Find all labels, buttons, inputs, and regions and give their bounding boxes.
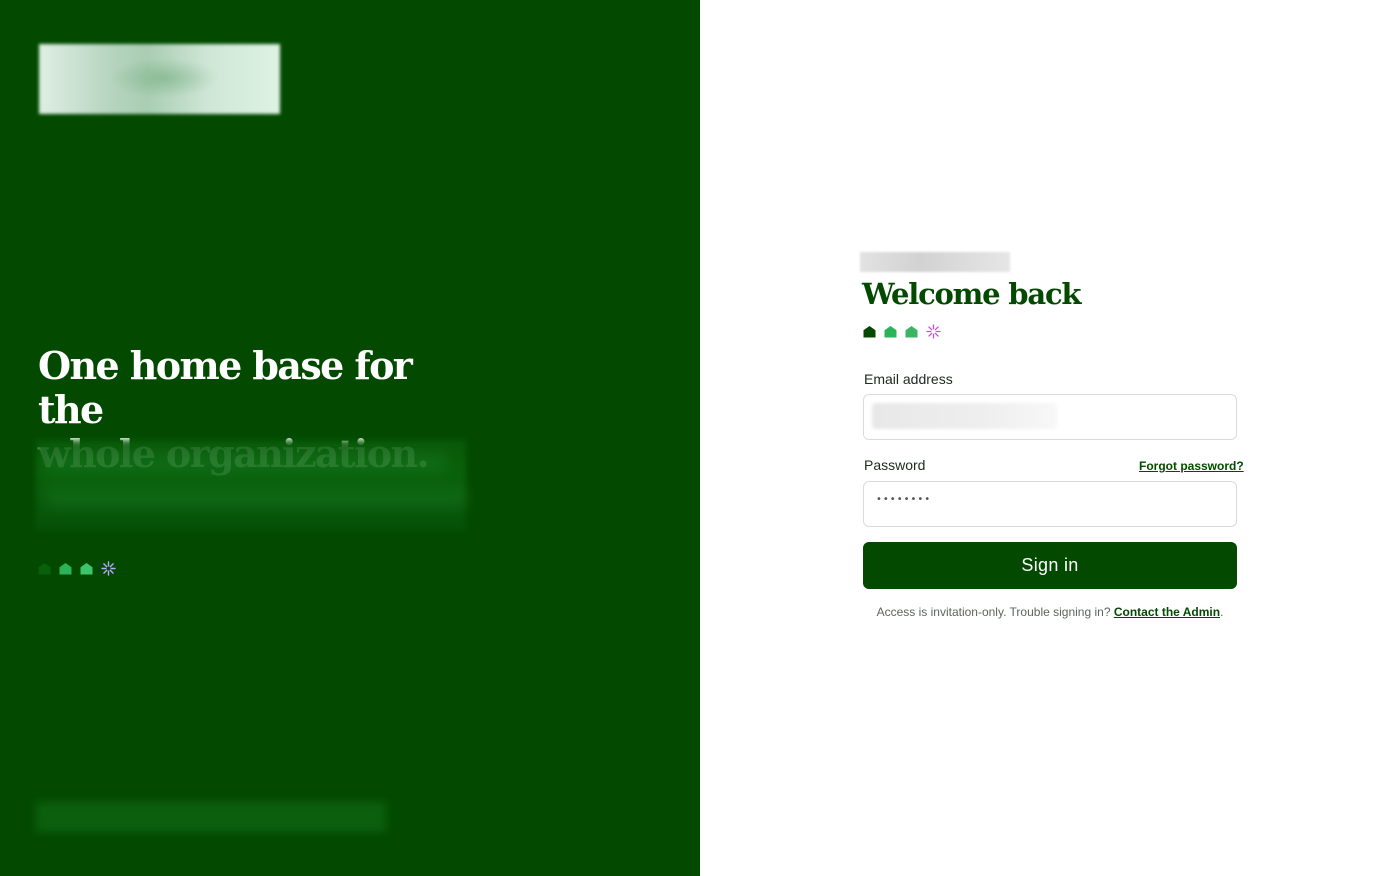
- house-dark-icon: [38, 562, 51, 575]
- sparkle-icon: [926, 324, 941, 339]
- hero-title-line1: One home base for the: [38, 343, 413, 432]
- forgot-password-link[interactable]: Forgot password?: [1139, 459, 1244, 473]
- page-title: Welcome back: [862, 277, 1082, 311]
- email-label: Email address: [864, 371, 953, 387]
- password-value: ••••••••: [876, 494, 932, 505]
- sparkle-icon: [101, 561, 116, 576]
- hero-subtitle-redacted: [36, 440, 466, 530]
- help-text-prefix: Access is invitation-only. Trouble signi…: [876, 605, 1111, 619]
- house-icon: [884, 325, 897, 338]
- help-text: Access is invitation-only. Trouble signi…: [863, 605, 1237, 619]
- sign-in-button[interactable]: Sign in: [863, 542, 1237, 589]
- eyebrow-redacted: [860, 252, 1010, 272]
- help-text-suffix: .: [1220, 605, 1224, 619]
- logo: [39, 44, 280, 114]
- footer-redacted: [36, 802, 386, 832]
- brand-icon-row: [38, 561, 116, 576]
- house-icon: [905, 325, 918, 338]
- email-value-redacted: [872, 403, 1057, 429]
- house-icon: [80, 562, 93, 575]
- brand-icon-row: [863, 324, 941, 339]
- password-label: Password: [864, 457, 926, 473]
- house-dark-icon: [863, 325, 876, 338]
- brand-panel: One home base for the whole organization…: [0, 0, 700, 876]
- contact-admin-link[interactable]: Contact the Admin: [1114, 605, 1220, 619]
- house-icon: [59, 562, 72, 575]
